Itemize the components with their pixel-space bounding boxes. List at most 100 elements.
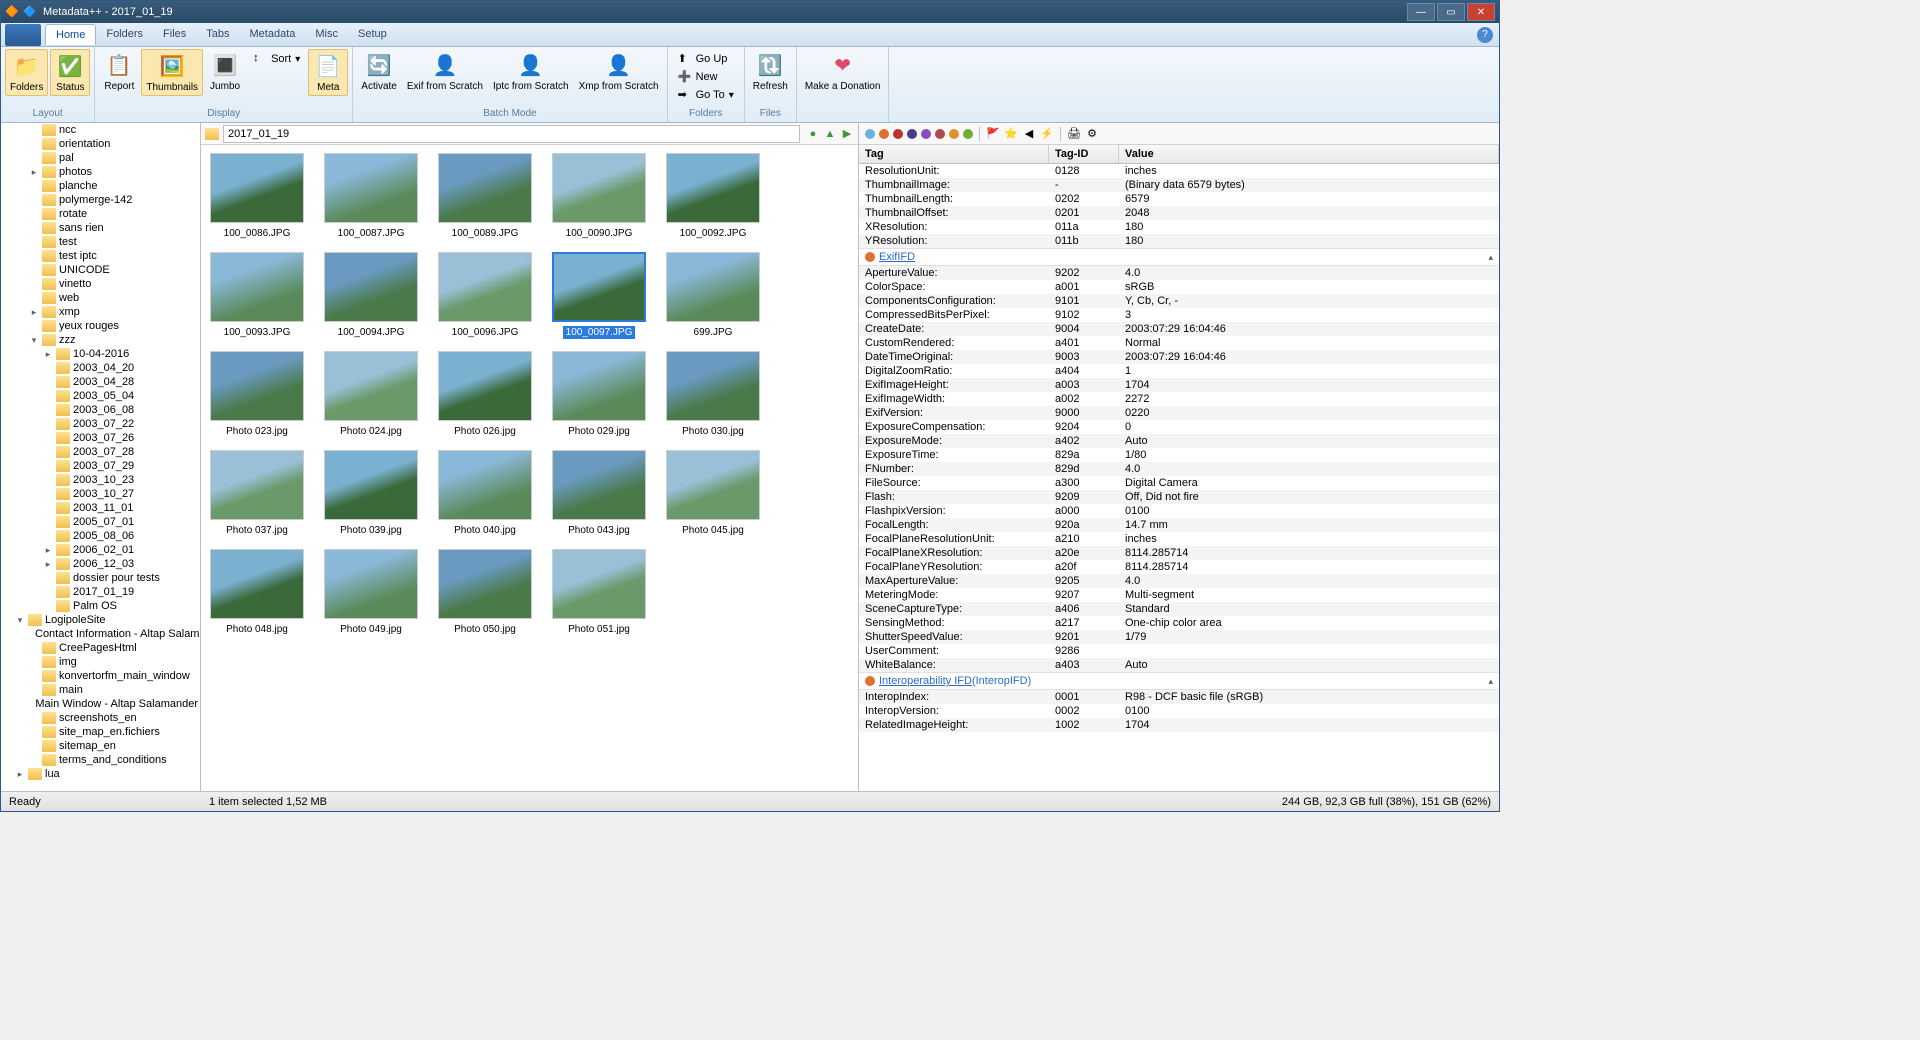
meta-button[interactable]: 📄Meta [308, 49, 348, 96]
metadata-row[interactable]: SensingMethod:a217One-chip color area [859, 616, 1499, 630]
tree-node[interactable]: yeux rouges [1, 319, 200, 333]
app-menu-button[interactable] [5, 24, 41, 46]
filter-dot[interactable] [963, 129, 973, 139]
tree-node[interactable]: UNICODE [1, 263, 200, 277]
metadata-row[interactable]: ColorSpace:a001sRGB [859, 280, 1499, 294]
tree-node[interactable]: ▾LogipoleSite [1, 613, 200, 627]
tree-node[interactable]: rotate [1, 207, 200, 221]
metadata-row[interactable]: YResolution:011b180 [859, 234, 1499, 248]
metadata-row[interactable]: FocalPlaneResolutionUnit:a210inches [859, 532, 1499, 546]
sort-button[interactable]: ↕Sort ▾ [249, 51, 304, 67]
tree-node[interactable]: web [1, 291, 200, 305]
tree-node[interactable]: ▸lua [1, 767, 200, 781]
metadata-row[interactable]: CreateDate:90042003:07:29 16:04:46 [859, 322, 1499, 336]
go-to-button[interactable]: ➡Go To ▾ [674, 87, 738, 103]
thumbnail-item[interactable]: 100_0094.JPG [323, 252, 419, 339]
tab-folders[interactable]: Folders [96, 24, 153, 45]
metadata-row[interactable]: FocalPlaneXResolution:a20e8114.285714 [859, 546, 1499, 560]
metadata-row[interactable]: ComponentsConfiguration:9101Y, Cb, Cr, - [859, 294, 1499, 308]
thumbnail-item[interactable]: Photo 039.jpg [323, 450, 419, 537]
thumbnail-item[interactable]: 100_0090.JPG [551, 153, 647, 240]
filter-dot[interactable] [865, 129, 875, 139]
filter-dot[interactable] [907, 129, 917, 139]
thumbnail-item[interactable]: Photo 040.jpg [437, 450, 533, 537]
tab-tabs[interactable]: Tabs [196, 24, 239, 45]
tab-misc[interactable]: Misc [305, 24, 348, 45]
path-input[interactable] [223, 125, 800, 143]
maximize-button[interactable]: ▭ [1437, 3, 1465, 21]
donate-button[interactable]: ❤Make a Donation [801, 49, 885, 94]
minimize-button[interactable]: — [1407, 3, 1435, 21]
gear-icon[interactable]: ⚙ [1085, 127, 1099, 141]
thumbnail-item[interactable]: Photo 048.jpg [209, 549, 305, 636]
metadata-row[interactable]: RelatedImageHeight:10021704 [859, 718, 1499, 732]
xmp-scratch-button[interactable]: 👤Xmp from Scratch [575, 49, 663, 94]
thumbnail-grid[interactable]: 100_0086.JPG100_0087.JPG100_0089.JPG100_… [201, 145, 858, 791]
metadata-row[interactable]: ExposureTime:829a1/80 [859, 448, 1499, 462]
tree-node[interactable]: polymerge-142 [1, 193, 200, 207]
metadata-row[interactable]: FocalLength:920a14.7 mm [859, 518, 1499, 532]
thumbnail-item[interactable]: 100_0087.JPG [323, 153, 419, 240]
tab-files[interactable]: Files [153, 24, 196, 45]
print-icon[interactable]: 🖨 [1067, 127, 1081, 141]
metadata-row[interactable]: ExifImageWidth:a0022272 [859, 392, 1499, 406]
tree-node[interactable]: 2005_07_01 [1, 515, 200, 529]
tree-node[interactable]: 2003_06_08 [1, 403, 200, 417]
thumbnail-item[interactable]: Photo 051.jpg [551, 549, 647, 636]
nav-up-icon[interactable]: ▲ [823, 127, 837, 141]
tree-node[interactable]: site_map_en.fichiers [1, 725, 200, 739]
tree-node[interactable]: 2003_07_28 [1, 445, 200, 459]
thumbnail-item[interactable]: 100_0092.JPG [665, 153, 761, 240]
new-folder-button[interactable]: ➕New [674, 69, 738, 85]
metadata-row[interactable]: ThumbnailOffset:02012048 [859, 206, 1499, 220]
metadata-row[interactable]: ThumbnailImage:-(Binary data 6579 bytes) [859, 178, 1499, 192]
tab-metadata[interactable]: Metadata [240, 24, 306, 45]
metadata-row[interactable]: UserComment:9286 [859, 644, 1499, 658]
tree-node[interactable]: ▾zzz [1, 333, 200, 347]
star-icon[interactable]: ⭐ [1004, 127, 1018, 141]
tree-node[interactable]: orientation [1, 137, 200, 151]
thumbnail-item[interactable]: 100_0097.JPG [551, 252, 647, 339]
filter-dot[interactable] [949, 129, 959, 139]
metadata-row[interactable]: ResolutionUnit:0128inches [859, 164, 1499, 178]
exif-scratch-button[interactable]: 👤Exif from Scratch [403, 49, 487, 94]
thumbnail-item[interactable]: Photo 024.jpg [323, 351, 419, 438]
metadata-section[interactable]: Interoperability IFD (InteropIFD)▴ [859, 672, 1499, 690]
tree-node[interactable]: 2003_10_23 [1, 473, 200, 487]
thumbnail-item[interactable]: Photo 029.jpg [551, 351, 647, 438]
filter-dot[interactable] [935, 129, 945, 139]
tree-node[interactable]: ▸10-04-2016 [1, 347, 200, 361]
tree-node[interactable]: img [1, 655, 200, 669]
metadata-row[interactable]: Flash:9209Off, Did not fire [859, 490, 1499, 504]
metadata-section[interactable]: ExifIFD▴ [859, 248, 1499, 266]
metadata-row[interactable]: InteropVersion:00020100 [859, 704, 1499, 718]
tree-node[interactable]: 2017_01_19 [1, 585, 200, 599]
metadata-row[interactable]: MeteringMode:9207Multi-segment [859, 588, 1499, 602]
tree-node[interactable]: sans rien [1, 221, 200, 235]
tree-node[interactable]: test [1, 235, 200, 249]
metadata-row[interactable]: InteropIndex:0001R98 - DCF basic file (s… [859, 690, 1499, 704]
thumbnail-item[interactable]: 100_0096.JPG [437, 252, 533, 339]
folder-tree[interactable]: nccorientationpal▸photosplanchepolymerge… [1, 123, 201, 791]
tree-node[interactable]: 2003_04_20 [1, 361, 200, 375]
filter-dot[interactable] [879, 129, 889, 139]
report-button[interactable]: 📋Report [99, 49, 139, 94]
tree-node[interactable]: Main Window - Altap Salamander [1, 697, 200, 711]
tab-home[interactable]: Home [45, 24, 96, 45]
thumbnail-item[interactable]: 100_0086.JPG [209, 153, 305, 240]
close-button[interactable]: ✕ [1467, 3, 1495, 21]
tree-node[interactable]: 2003_04_28 [1, 375, 200, 389]
metadata-row[interactable]: ExposureCompensation:92040 [859, 420, 1499, 434]
metadata-rows[interactable]: ResolutionUnit:0128inchesThumbnailImage:… [859, 164, 1499, 791]
thumbnail-item[interactable]: Photo 037.jpg [209, 450, 305, 537]
thumbnail-item[interactable]: Photo 023.jpg [209, 351, 305, 438]
tree-node[interactable]: terms_and_conditions [1, 753, 200, 767]
thumbnail-item[interactable]: Photo 045.jpg [665, 450, 761, 537]
metadata-row[interactable]: ExifImageHeight:a0031704 [859, 378, 1499, 392]
metadata-row[interactable]: ApertureValue:92024.0 [859, 266, 1499, 280]
tree-node[interactable]: 2003_10_27 [1, 487, 200, 501]
tree-node[interactable]: ▸2006_12_03 [1, 557, 200, 571]
metadata-row[interactable]: ExposureMode:a402Auto [859, 434, 1499, 448]
jumbo-button[interactable]: 🔳Jumbo [205, 49, 245, 94]
thumbnails-button[interactable]: 🖼️Thumbnails [141, 49, 203, 96]
